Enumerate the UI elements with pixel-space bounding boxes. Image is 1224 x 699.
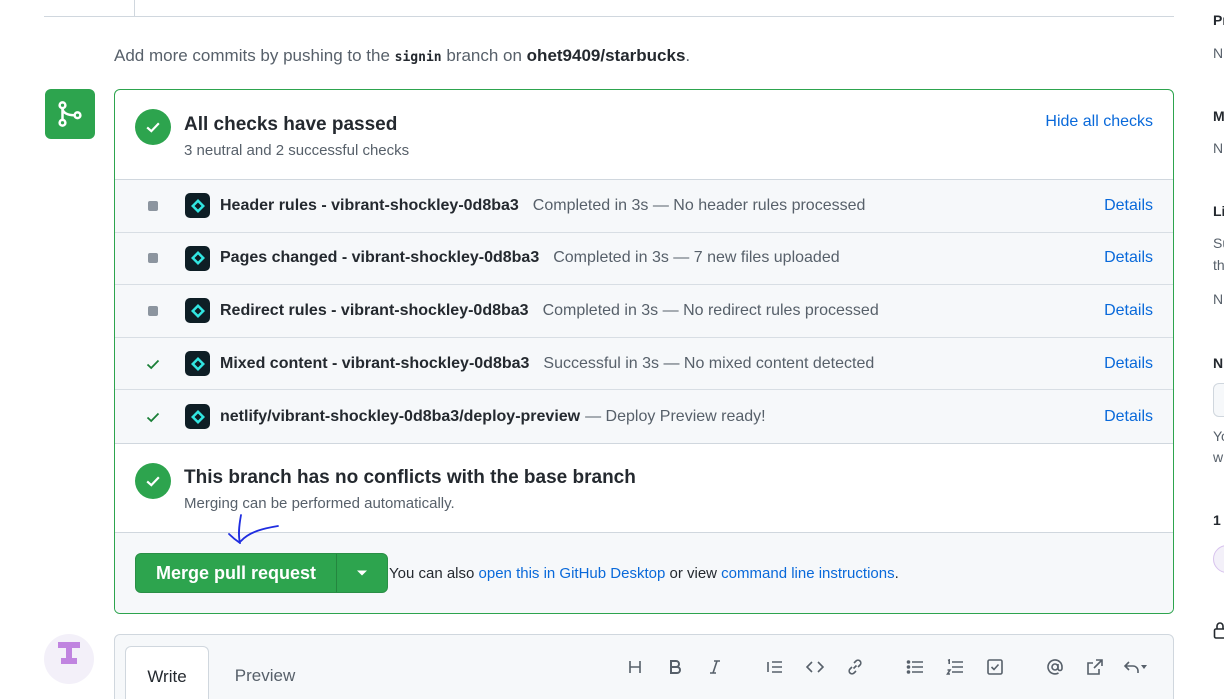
mention-icon[interactable] bbox=[1035, 655, 1075, 679]
branch-name: signin bbox=[394, 50, 442, 65]
bold-icon[interactable] bbox=[655, 655, 695, 679]
merge-pull-request-button[interactable]: Merge pull request bbox=[136, 554, 336, 592]
check-name: Pages changed - vibrant-shockley-0d8ba3 bbox=[220, 249, 540, 267]
hide-all-checks-link[interactable]: Hide all checks bbox=[1045, 113, 1153, 131]
sidebar-text: Su bbox=[1213, 235, 1224, 251]
no-conflicts-icon bbox=[135, 463, 171, 499]
check-row: Pages changed - vibrant-shockley-0d8ba3 … bbox=[115, 233, 1173, 286]
merge-method-dropdown[interactable] bbox=[336, 554, 387, 592]
sidebar-text: th bbox=[1213, 257, 1224, 273]
success-check-icon bbox=[146, 359, 160, 369]
netlify-icon bbox=[185, 404, 210, 430]
success-check-icon bbox=[146, 412, 160, 422]
neutral-status-icon bbox=[148, 200, 158, 211]
command-line-instructions-link[interactable]: command line instructions bbox=[721, 565, 894, 582]
lock-icon[interactable] bbox=[1213, 620, 1224, 640]
push-commits-note: Add more commits by pushing to the signi… bbox=[114, 46, 691, 65]
sidebar-heading: Li bbox=[1213, 203, 1224, 219]
check-details-link[interactable]: Details bbox=[1104, 197, 1153, 215]
saved-reply-icon[interactable] bbox=[1115, 655, 1155, 679]
check-name: Mixed content - vibrant-shockley-0d8ba3 bbox=[220, 354, 530, 372]
merge-alternatives-note: You can also open this in GitHub Desktop… bbox=[389, 565, 899, 582]
link-icon[interactable] bbox=[835, 655, 875, 679]
avatar[interactable] bbox=[1213, 545, 1224, 573]
caret-down-icon bbox=[357, 570, 368, 576]
sidebar-heading: 1 bbox=[1213, 512, 1221, 528]
comment-editor: Write Preview bbox=[114, 634, 1174, 699]
check-details-link[interactable]: Details bbox=[1104, 355, 1153, 373]
check-name: Redirect rules - vibrant-shockley-0d8ba3 bbox=[220, 301, 529, 319]
numbered-list-icon[interactable] bbox=[935, 655, 975, 679]
check-details-link[interactable]: Details bbox=[1104, 408, 1153, 426]
checks-subtitle: 3 neutral and 2 successful checks bbox=[184, 142, 410, 159]
netlify-icon bbox=[185, 193, 210, 219]
markdown-toolbar bbox=[615, 655, 1155, 679]
checks-passed-icon bbox=[135, 109, 171, 145]
sidebar-text: N bbox=[1213, 291, 1224, 307]
task-list-icon[interactable] bbox=[975, 655, 1015, 679]
sidebar-button[interactable] bbox=[1213, 383, 1224, 417]
check-row: netlify/vibrant-shockley-0d8ba3/deploy-p… bbox=[115, 390, 1173, 443]
check-description: — Deploy Preview ready! bbox=[585, 407, 766, 425]
sidebar-text: w bbox=[1213, 449, 1224, 465]
bullet-list-icon[interactable] bbox=[895, 655, 935, 679]
check-details-link[interactable]: Details bbox=[1104, 302, 1153, 320]
timeline-previous-item bbox=[44, 0, 1174, 17]
tab-preview[interactable]: Preview bbox=[223, 646, 307, 699]
sidebar-heading: N bbox=[1213, 355, 1224, 371]
check-description: Completed in 3s — 7 new files uploaded bbox=[553, 249, 840, 267]
check-details-link[interactable]: Details bbox=[1104, 249, 1153, 267]
check-row: Header rules - vibrant-shockley-0d8ba3 C… bbox=[115, 180, 1173, 233]
avatar bbox=[44, 634, 94, 684]
netlify-icon bbox=[185, 298, 210, 324]
sidebar-heading: M bbox=[1213, 108, 1224, 124]
check-name: Header rules - vibrant-shockley-0d8ba3 bbox=[220, 196, 519, 214]
check-name: netlify/vibrant-shockley-0d8ba3/deploy-p… bbox=[220, 407, 581, 425]
open-github-desktop-link[interactable]: open this in GitHub Desktop bbox=[479, 565, 666, 582]
conflicts-title: This branch has no conflicts with the ba… bbox=[184, 467, 636, 488]
cross-reference-icon[interactable] bbox=[1075, 655, 1115, 679]
checks-title: All checks have passed bbox=[184, 114, 398, 135]
check-description: Completed in 3s — No redirect rules proc… bbox=[542, 301, 879, 319]
italic-icon[interactable] bbox=[695, 655, 735, 679]
code-icon[interactable] bbox=[795, 655, 835, 679]
netlify-icon bbox=[185, 245, 210, 271]
heading-icon[interactable] bbox=[615, 655, 655, 679]
check-description: Completed in 3s — No header rules proces… bbox=[532, 196, 866, 214]
divider bbox=[134, 0, 135, 16]
check-row: Redirect rules - vibrant-shockley-0d8ba3… bbox=[115, 285, 1173, 338]
sidebar-text: N bbox=[1213, 45, 1224, 61]
tab-write[interactable]: Write bbox=[125, 646, 209, 699]
check-description: Successful in 3s — No mixed content dete… bbox=[543, 354, 875, 372]
hand-drawn-arrow-annotation bbox=[228, 514, 279, 544]
checks-list: Header rules - vibrant-shockley-0d8ba3 C… bbox=[115, 179, 1173, 444]
sidebar-text: Yo bbox=[1213, 428, 1224, 444]
git-merge-icon bbox=[45, 89, 95, 139]
merge-button-group: Merge pull request bbox=[135, 553, 389, 593]
quote-icon[interactable] bbox=[755, 655, 795, 679]
repo-name: ohet9409/starbucks bbox=[526, 46, 686, 65]
sidebar-heading: Pr bbox=[1213, 12, 1224, 28]
check-row: Mixed content - vibrant-shockley-0d8ba3 … bbox=[115, 338, 1173, 391]
netlify-icon bbox=[185, 351, 210, 377]
sidebar-text: N bbox=[1213, 140, 1224, 156]
neutral-status-icon bbox=[148, 305, 158, 316]
neutral-status-icon bbox=[148, 253, 158, 264]
